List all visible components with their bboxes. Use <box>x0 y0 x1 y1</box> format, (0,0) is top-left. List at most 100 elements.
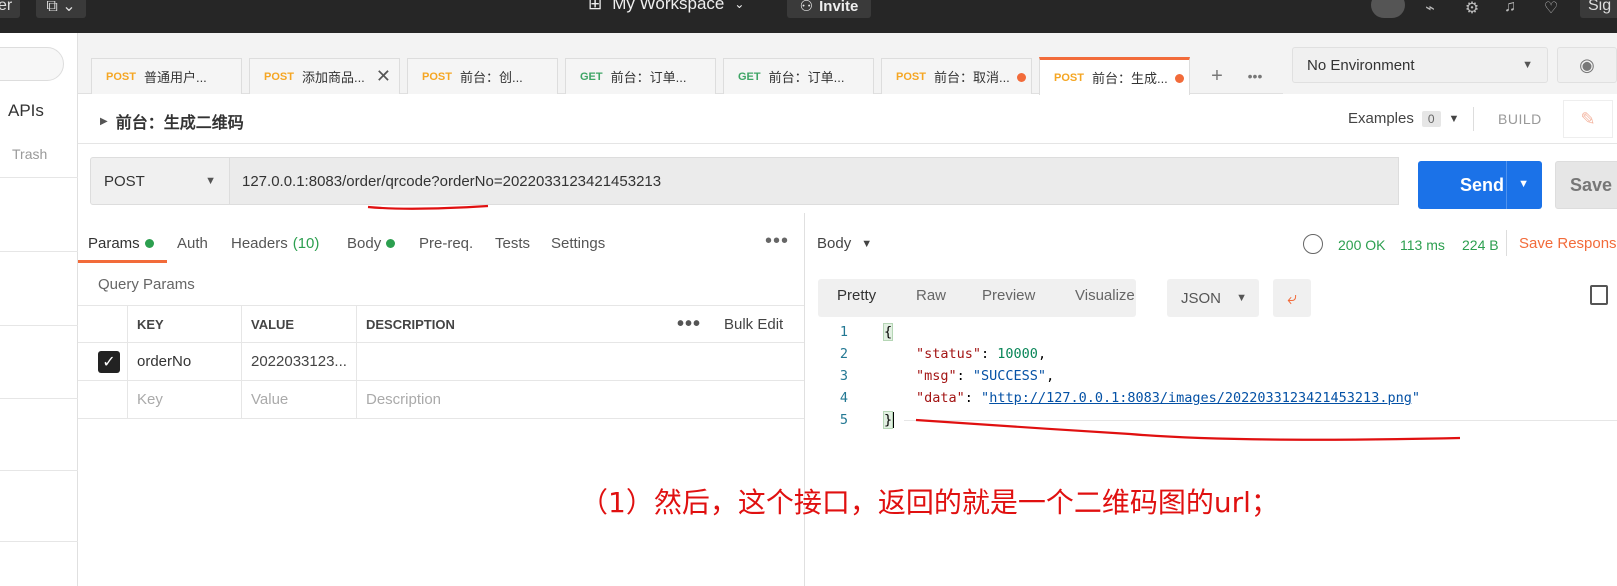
bell-icon[interactable]: ♫ <box>1500 0 1520 16</box>
tab-headers[interactable]: Headers (10) <box>231 235 319 252</box>
view-tab-raw[interactable]: Raw <box>916 287 946 304</box>
wrap-lines-button[interactable]: ⤶ <box>1273 279 1311 317</box>
chevron-down-icon[interactable]: ▼ <box>1518 178 1529 190</box>
more-icon[interactable]: ••• <box>765 230 789 253</box>
save-button[interactable]: Save <box>1555 161 1617 209</box>
settings-icon[interactable]: ⚙ <box>1462 0 1482 17</box>
divider <box>1473 107 1474 131</box>
tab-label: 前台：订单... <box>768 70 845 85</box>
bulk-edit-link[interactable]: Bulk Edit <box>715 306 804 342</box>
view-tab-visualize[interactable]: Visualize <box>1075 287 1135 304</box>
copy-icon[interactable] <box>1590 285 1608 305</box>
tab-label: 前台：取消... <box>933 70 1010 85</box>
examples-dropdown[interactable]: Examples 0 ▼ <box>1348 110 1459 127</box>
view-tab-preview[interactable]: Preview <box>982 287 1035 304</box>
sidebar: APIs Trash <box>0 33 78 586</box>
divider <box>1506 230 1507 256</box>
new-window-button[interactable]: ⧉ ⌄ <box>36 0 86 18</box>
environment-selected: No Environment <box>1307 56 1415 74</box>
param-key[interactable]: orderNo <box>127 343 241 380</box>
sidebar-item-trash[interactable]: Trash <box>12 146 47 162</box>
close-icon[interactable]: ✕ <box>376 66 391 87</box>
request-title-text: 前台：生成二维码 <box>115 115 244 132</box>
param-checkbox[interactable]: ✓ <box>92 343 127 380</box>
request-tab-active[interactable]: POST 前台：生成... <box>1039 57 1190 95</box>
request-title[interactable]: ▶ 前台：生成二维码 <box>100 109 244 133</box>
method-select[interactable]: POST ▼ <box>90 157 230 205</box>
tab-params[interactable]: Params <box>88 235 154 252</box>
request-tab[interactable]: GET 前台：订单... <box>723 58 874 94</box>
new-tab-button[interactable]: + <box>1199 58 1235 94</box>
invite-label: Invite <box>819 0 859 15</box>
table-row-empty: Key Value Description <box>78 381 804 419</box>
sidebar-divider <box>0 398 78 399</box>
description-input[interactable]: Description <box>356 381 804 418</box>
top-left-button[interactable]: er <box>0 0 20 18</box>
status-dot <box>386 239 396 248</box>
line-number: 1 <box>839 324 848 340</box>
json-key: "msg" <box>916 368 957 384</box>
sidebar-item-apis[interactable]: APIs <box>8 101 44 121</box>
tab-label: 普通用户... <box>143 70 207 85</box>
url-input[interactable]: 127.0.0.1:8083/order/qrcode?orderNo=2022… <box>229 157 1399 205</box>
send-button[interactable]: Send ▼ <box>1418 161 1542 209</box>
pane-splitter[interactable] <box>804 213 805 586</box>
request-tab[interactable]: POST 添加商品... ✕ <box>249 58 400 94</box>
text-cursor: ​ <box>893 412 895 428</box>
column-header-description: DESCRIPTION <box>356 306 656 342</box>
tab-tests[interactable]: Tests <box>495 235 530 252</box>
eye-icon: ◉ <box>1579 54 1595 75</box>
tab-options-button[interactable]: ••• <box>1237 58 1273 94</box>
request-tab[interactable]: POST 前台：取消... <box>881 58 1032 94</box>
invite-button[interactable]: ⚇ Invite <box>787 0 871 18</box>
tab-params-label: Params <box>88 235 140 252</box>
tab-body[interactable]: Body <box>347 235 396 252</box>
format-value: JSON <box>1181 289 1222 307</box>
save-response-button[interactable]: Save Respons <box>1519 235 1617 252</box>
response-size[interactable]: 224 B <box>1462 237 1499 253</box>
sidebar-divider <box>0 470 78 471</box>
key-input[interactable]: Key <box>127 381 241 418</box>
tab-method: POST <box>1054 71 1084 84</box>
line-number: 3 <box>839 368 848 384</box>
tab-label: 前台：订单... <box>610 70 687 85</box>
sync-icon[interactable] <box>1371 0 1405 18</box>
environment-quick-look-button[interactable]: ◉ <box>1557 47 1617 83</box>
json-link-value[interactable]: http://127.0.0.1:8083/images/20220331234… <box>989 390 1412 406</box>
tab-auth[interactable]: Auth <box>177 235 208 252</box>
sign-in-button[interactable]: Sig <box>1580 0 1617 18</box>
request-tab[interactable]: POST 普通用户... <box>91 58 242 94</box>
format-select[interactable]: JSON ▼ <box>1167 279 1259 317</box>
tab-label: 前台：创... <box>459 70 523 85</box>
divider <box>1506 161 1507 209</box>
param-description[interactable] <box>356 343 804 380</box>
response-time[interactable]: 113 ms <box>1400 237 1445 253</box>
heart-icon[interactable]: ♡ <box>1541 0 1561 17</box>
workspace-switcher[interactable]: ⊞ My Workspace ⌄ <box>588 0 744 14</box>
headers-count: (10) <box>292 235 320 252</box>
tab-auth-label: Auth <box>177 235 208 252</box>
sidebar-divider <box>0 177 78 178</box>
environment-select[interactable]: No Environment ▼ <box>1292 47 1548 83</box>
value-input[interactable]: Value <box>241 381 356 418</box>
tab-settings[interactable]: Settings <box>551 235 605 252</box>
request-tab[interactable]: POST 前台：创... <box>407 58 558 94</box>
sidebar-search-input[interactable] <box>0 47 64 81</box>
chevron-down-icon: ▼ <box>861 237 873 250</box>
response-body-dropdown[interactable]: Body ▼ <box>817 235 872 252</box>
view-tab-pretty[interactable]: Pretty <box>837 287 876 304</box>
current-line-highlight <box>904 420 1617 421</box>
tab-method: GET <box>738 70 761 83</box>
more-icon[interactable]: ••• <box>668 306 710 342</box>
chevron-down-icon: ▼ <box>205 175 216 187</box>
build-button[interactable]: BUILD <box>1498 111 1542 127</box>
globe-icon[interactable] <box>1303 234 1323 254</box>
response-status[interactable]: 200 OK <box>1338 237 1385 253</box>
check-icon: ✓ <box>98 350 120 373</box>
satellite-icon[interactable]: ⌁ <box>1420 0 1440 17</box>
edit-button[interactable]: ✎ <box>1563 100 1613 138</box>
tab-prereq[interactable]: Pre-req. <box>419 235 473 252</box>
param-value[interactable]: 2022033123... <box>241 343 356 380</box>
request-tab[interactable]: GET 前台：订单... <box>565 58 716 94</box>
tab-body-label: Body <box>347 235 382 252</box>
